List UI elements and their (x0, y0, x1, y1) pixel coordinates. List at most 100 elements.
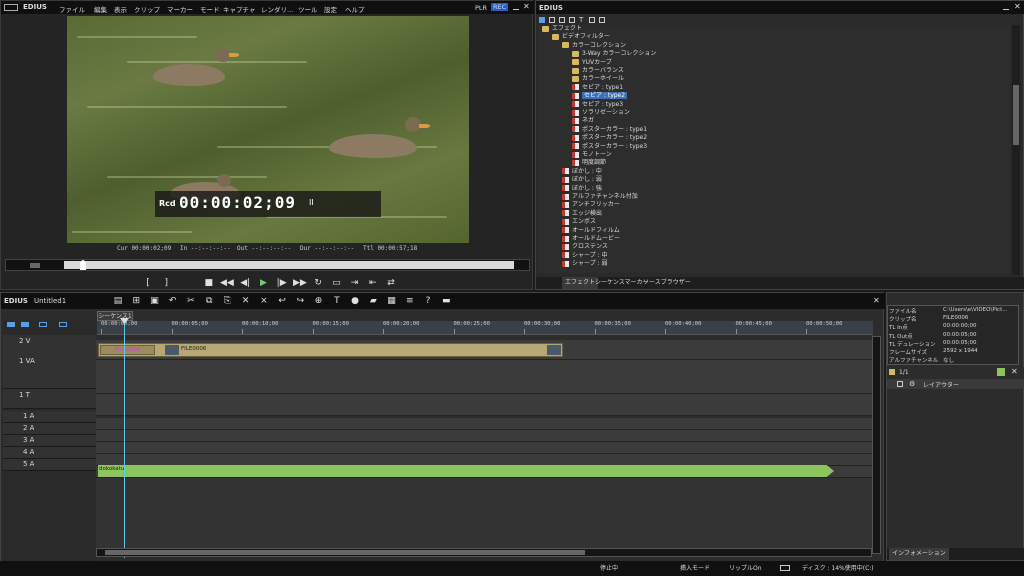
timeline-vertical-scrollbar[interactable] (872, 336, 881, 554)
timeline-empty-area[interactable] (96, 478, 872, 548)
effect-tree-item[interactable]: シャープ : 弱 (562, 260, 607, 268)
rewind-icon[interactable]: ◀◀ (220, 277, 234, 289)
play-icon[interactable]: ▶ (256, 277, 270, 289)
sync-icon[interactable] (39, 322, 47, 327)
render-icon[interactable]: ▰ (366, 295, 380, 307)
paste-icon[interactable]: ⎘ (220, 295, 234, 307)
effect-tree-item[interactable]: アルファチャンネル付加 (562, 193, 638, 201)
timeline-horizontal-scrollbar[interactable] (96, 548, 872, 557)
effect-tree-item[interactable]: シャープ : 中 (562, 252, 607, 260)
output-icon[interactable]: ▭ (329, 277, 343, 289)
effect-tree-item[interactable]: カラーコレクション (562, 42, 626, 50)
save-icon[interactable]: ▣ (147, 295, 161, 307)
clip-segment-a[interactable]: FILE0006 (100, 345, 155, 355)
undo-icon[interactable]: ↶ (166, 295, 180, 307)
set-out-icon[interactable]: ] (159, 277, 173, 289)
menu-tools[interactable]: ツール (298, 4, 318, 14)
effect-tree-item[interactable]: セピア : type3 (572, 101, 623, 109)
close-icon[interactable]: ✕ (1014, 3, 1021, 11)
track-header-5a[interactable]: 5 A (3, 459, 96, 471)
effect-tree-item[interactable]: ソラリゼーション (572, 109, 630, 117)
jog-slider[interactable] (30, 263, 40, 268)
effect-tree-item[interactable]: カラーホイール (572, 75, 624, 83)
effect-tree-item[interactable]: 明度調節 (572, 159, 606, 167)
track-header-2a[interactable]: 2 A (3, 423, 96, 435)
menu-view[interactable]: 表示 (114, 4, 127, 14)
effect-tree-item[interactable]: ぼかし : 弱 (562, 176, 602, 184)
effects-scrollbar[interactable] (1012, 25, 1020, 275)
link-icon[interactable] (21, 322, 29, 327)
menu-help[interactable]: ヘルプ (345, 4, 365, 14)
track-lane-4a[interactable] (96, 454, 872, 466)
effect-tree-item[interactable]: エッジ検出 (562, 210, 602, 218)
scrub-handle[interactable] (80, 260, 86, 270)
effect-tree-item[interactable]: ネガ (572, 117, 594, 125)
effect-tree-item[interactable]: ぼかし : 中 (562, 168, 602, 176)
effect-tree-item[interactable]: オールドムービー (562, 235, 620, 243)
effect-tree-item[interactable]: エンボス (562, 218, 596, 226)
effect-tree-item[interactable]: セピア : type2 (572, 92, 628, 100)
minimize-icon[interactable] (513, 4, 519, 10)
grid-icon[interactable]: ▦ (385, 295, 399, 307)
icon-view-icon[interactable] (559, 17, 565, 23)
menu-capture[interactable]: キャプチャ (223, 4, 255, 14)
undo-edit-icon[interactable]: ↩ (275, 295, 289, 307)
effect-tree-item[interactable]: セピア : type1 (572, 84, 623, 92)
new-sequence-icon[interactable]: ▤ (111, 295, 125, 307)
set-in-icon[interactable]: [ (141, 277, 155, 289)
loop-icon[interactable]: ↻ (311, 277, 325, 289)
text-icon[interactable]: T (579, 16, 583, 24)
keyer-icon[interactable] (599, 17, 605, 23)
folder-view-icon[interactable] (539, 17, 545, 23)
stop-icon[interactable]: ■ (202, 277, 216, 289)
effect-tree-item[interactable]: ビデオフィルター (552, 33, 610, 41)
copy-icon[interactable]: ⧉ (202, 295, 216, 307)
insert-mode-status[interactable]: 挿入モード (680, 561, 710, 576)
layout-icon[interactable]: ▬ (439, 295, 453, 307)
plr-toggle[interactable]: PLR (475, 4, 487, 12)
tab-information[interactable]: インフォメーション (889, 548, 949, 560)
track-header-1a[interactable]: 1 A (3, 411, 96, 423)
tab-source-browser[interactable]: ソースブラウザー (640, 277, 694, 289)
add-icon[interactable] (997, 368, 1005, 376)
shuttle-track[interactable] (64, 261, 514, 269)
menu-settings[interactable]: 設定 (324, 4, 337, 14)
track-lane-1t[interactable] (96, 394, 872, 416)
replace-icon[interactable]: ⇄ (384, 277, 398, 289)
rec-toggle[interactable]: REC (491, 3, 509, 11)
step-back-icon[interactable]: ◀| (238, 277, 252, 289)
menu-render[interactable]: レンダリ... (261, 4, 293, 14)
time-ruler[interactable]: 00:00:00;00 00:00:05;00 00:00:10;00 00:00:1… (97, 321, 873, 335)
effect-tree-item[interactable]: ポスターカラー : type3 (572, 143, 647, 151)
menu-marker[interactable]: マーカー (167, 4, 193, 14)
fast-forward-icon[interactable]: ▶▶ (293, 277, 307, 289)
open-project-icon[interactable]: ⊞ (129, 295, 143, 307)
effect-tree-item[interactable]: ぼかし : 強 (562, 185, 602, 193)
step-forward-icon[interactable]: |▶ (275, 277, 289, 289)
checkbox-icon[interactable] (897, 381, 903, 387)
preview-icon[interactable] (569, 17, 575, 23)
track-lane-3a[interactable] (96, 442, 872, 454)
audio-icon[interactable] (589, 17, 595, 23)
effect-tree-item[interactable]: アンチフリッカー (562, 201, 620, 209)
info-layout-row[interactable]: ⚙ レイアウター (887, 379, 1024, 389)
title-icon[interactable]: T (330, 295, 344, 307)
insert-icon[interactable]: ⇥ (348, 277, 362, 289)
close-icon[interactable]: ✕ (523, 3, 530, 11)
scroll-thumb[interactable] (105, 550, 585, 555)
effect-tree-item[interactable]: 3-Way カラーコレクション (572, 50, 656, 58)
effect-tree-item[interactable]: ポスターカラー : type2 (572, 134, 647, 142)
menu-clip[interactable]: クリップ (134, 4, 160, 14)
track-lane-1va[interactable] (96, 360, 872, 394)
video-clip[interactable]: FILE0006 FILE0006 (98, 343, 563, 357)
overwrite-icon[interactable]: ⇤ (366, 277, 380, 289)
delete-icon[interactable]: ✕ (239, 295, 253, 307)
ripple-delete-icon[interactable]: ⨯ (257, 295, 271, 307)
add-clip-icon[interactable]: ⊕ (312, 295, 326, 307)
scrub-bar[interactable] (5, 259, 530, 271)
playhead[interactable] (124, 318, 125, 558)
close-icon[interactable]: ✕ (873, 297, 880, 305)
menu-edit[interactable]: 編集 (94, 4, 107, 14)
snap-icon[interactable] (7, 322, 15, 327)
cut-icon[interactable]: ✂ (184, 295, 198, 307)
